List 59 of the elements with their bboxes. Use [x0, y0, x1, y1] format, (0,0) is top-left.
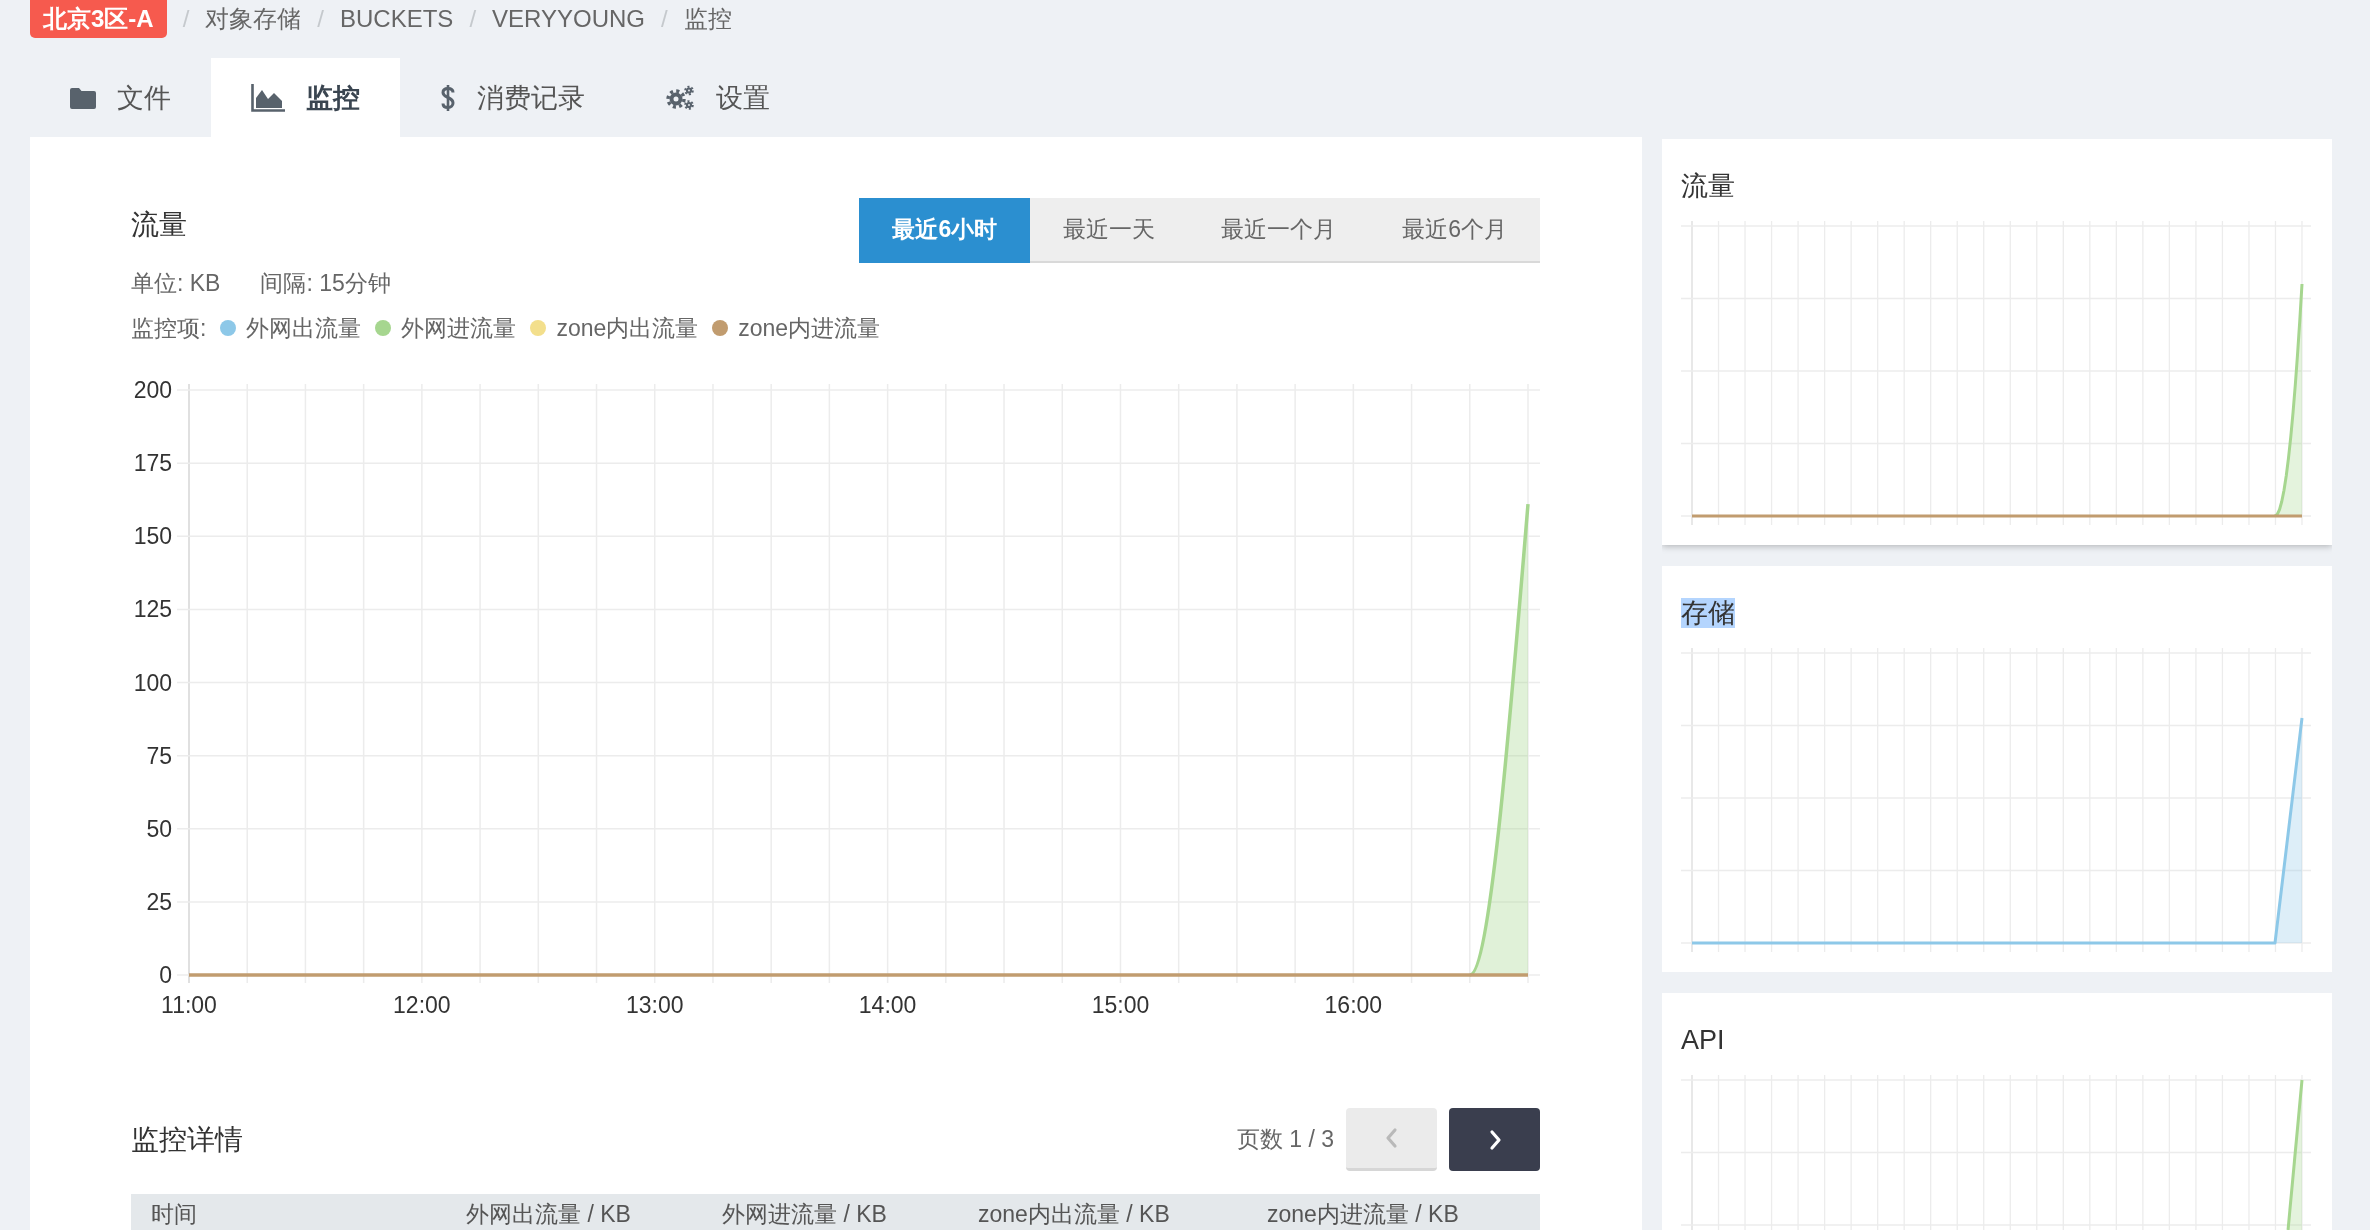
card-title: 存储: [1681, 598, 1735, 628]
range-tab[interactable]: 最近一天: [1030, 198, 1189, 263]
next-page-button[interactable]: [1449, 1108, 1540, 1171]
dollar-icon: [440, 83, 456, 112]
axis-label: 13:00: [625, 992, 684, 1018]
chart-card[interactable]: API: [1662, 993, 2332, 1230]
region-tag: 北京3区-A: [30, 0, 167, 38]
gears-icon: [665, 83, 695, 112]
card-title: API: [1681, 1025, 1725, 1055]
column-header: zone内进流量 / KB: [1266, 1201, 1460, 1229]
area-chart-icon: [251, 83, 285, 112]
axis-label: 12:00: [393, 992, 451, 1018]
section-title: 监控详情: [131, 1124, 243, 1155]
axis-label: 14:00: [858, 992, 917, 1018]
breadcrumb-separator: /: [469, 5, 477, 33]
range-tab[interactable]: 最近6小时: [859, 198, 1031, 263]
breadcrumb-link[interactable]: VERYYOUNG: [492, 5, 645, 33]
tab[interactable]: 设置: [625, 58, 810, 137]
column-header: 时间: [150, 1201, 198, 1229]
legend-title: 监控项:: [131, 313, 207, 343]
range-tab[interactable]: 最近6个月: [1369, 198, 1540, 263]
tab[interactable]: 监控: [211, 58, 400, 137]
breadcrumb-separator: /: [317, 5, 324, 33]
breadcrumb-separator: /: [661, 5, 668, 33]
range-tab[interactable]: 最近一个月: [1188, 198, 1370, 263]
axis-label: 75: [146, 742, 172, 769]
column-header: zone内出流量 / KB: [977, 1201, 1171, 1229]
axis-label: 100: [133, 669, 172, 696]
legend-label: 外网进流量: [401, 313, 517, 343]
axis-label: 150: [133, 523, 172, 550]
page-indicator: 页数 1 / 3: [1236, 1125, 1334, 1154]
column-header: 外网出流量 / KB: [465, 1201, 632, 1229]
axis-label: 125: [133, 596, 172, 623]
section-title: 流量: [131, 208, 187, 240]
axis-label: 25: [146, 888, 172, 915]
axis-label: 50: [146, 815, 172, 842]
breadcrumb-separator: /: [182, 5, 190, 33]
breadcrumb-link[interactable]: BUCKETS: [340, 5, 454, 33]
axis-label: 15:00: [1091, 992, 1150, 1018]
axis-label: 0: [159, 962, 172, 988]
folder-icon: [70, 86, 96, 109]
tab[interactable]: 消费记录: [400, 58, 625, 137]
chevron-left-icon: [1384, 1127, 1399, 1149]
axis-label: 200: [133, 377, 172, 403]
axis-label: 11:00: [161, 992, 217, 1018]
interval-label: 间隔: 15分钟: [260, 269, 391, 298]
legend-label: 外网出流量: [246, 313, 362, 343]
card-title: 流量: [1681, 171, 1735, 201]
chart-card[interactable]: 流量: [1662, 139, 2332, 545]
chart-card[interactable]: 存储: [1662, 566, 2332, 972]
legend-label: zone内出流量: [556, 313, 699, 343]
breadcrumb-link[interactable]: 对象存储: [205, 3, 302, 35]
unit-label: 单位: KB: [131, 269, 221, 298]
tab[interactable]: 文件: [30, 58, 211, 137]
axis-label: 16:00: [1324, 992, 1383, 1018]
legend-label: zone内进流量: [738, 313, 881, 343]
current-page-label: 监控: [683, 4, 732, 34]
column-header: 外网进流量 / KB: [721, 1201, 888, 1229]
axis-label: 175: [133, 450, 172, 477]
